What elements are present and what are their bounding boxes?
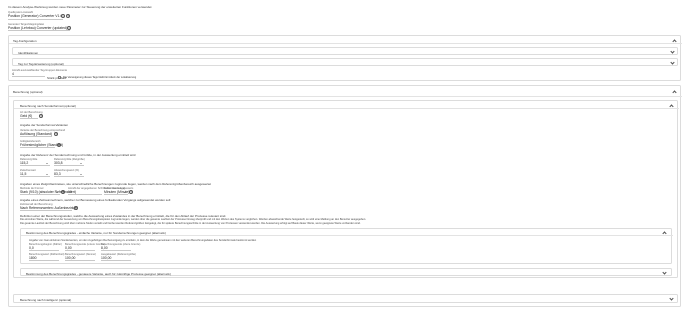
tag-count-label: Anzahl auszuwählender Tag-Gruppen Elemen…: [12, 69, 68, 72]
dropdown-arrow-icon[interactable]: [46, 163, 48, 164]
chevron-up-icon[interactable]: [672, 90, 677, 95]
tag-section-header[interactable]: Tag-Konfiguration: [9, 36, 682, 44]
tag-extension-title: Tag zur Tag-Erweiterung (optional): [18, 61, 64, 66]
info-icon[interactable]: i: [61, 14, 66, 19]
special-format-panel: Berechnung nach Sonderformat (optional) …: [13, 100, 679, 278]
identifications-title: Identifikationen: [18, 50, 39, 55]
dropdown-arrow-icon[interactable]: [46, 174, 48, 175]
simple-variant-panel: Bestimmung des Berechnungsgrades - einfa…: [20, 228, 673, 264]
help-icon[interactable]: ?: [54, 132, 59, 137]
scope-field[interactable]: Gültigkeitsbereich Frühestmöglicher (Sta…: [20, 140, 64, 148]
period-note: Angabe eines Zeitraumrechners, welcher z…: [20, 198, 171, 202]
variant-value: Auflösung (Standard): [20, 132, 53, 137]
dropdown-arrow-icon[interactable]: [124, 192, 126, 193]
intelligence-title: Berechnung nach Intelligenz (optional): [20, 298, 72, 302]
output-factor-field[interactable]: Faktor des Ausgabewerts Minuten (Minute): [104, 187, 133, 195]
info-icon[interactable]: i: [67, 26, 72, 31]
chevron-up-icon[interactable]: [662, 231, 667, 236]
method-value: Stark (9/10) (absoluter Referenzwert): [20, 190, 76, 195]
calc-type-field[interactable]: Art der Berechnung Geld (€): [20, 111, 43, 119]
intelligence-panel[interactable]: Berechnung nach Intelligenz (optional): [13, 294, 678, 303]
target-circle-note: Angaben eines Zielgrößenkreises, wie unt…: [20, 182, 211, 186]
scope-value: Frühestmöglicher (Standard): [20, 143, 64, 148]
period-field[interactable]: Zeitintervall der Berechnung Nach Refere…: [20, 203, 78, 211]
inner-field-3[interactable]: Berechnungsende (obere Grenze) 8,00: [101, 243, 140, 251]
tag-section-title: Tag-Konfiguration: [13, 38, 37, 43]
help-icon[interactable]: ?: [39, 114, 44, 119]
tag-extension-panel[interactable]: Tag zur Tag-Erweiterung (optional): [12, 58, 678, 66]
special-format-title: Berechnung nach Sonderformat (optional): [20, 103, 76, 108]
inner-field-4-value: 1800: [29, 256, 59, 261]
chevron-down-icon[interactable]: [662, 269, 667, 275]
method-field[interactable]: Methode der Formel Stark (9/10) (absolut…: [20, 187, 76, 195]
steps-value: 10: [68, 190, 102, 195]
chevron-up-icon[interactable]: [669, 103, 674, 109]
tag-refusal-label: Die Verweigerung dieses Tags bleibt Ermi…: [63, 76, 137, 79]
tag-section: Tag-Konfiguration Identifikationen Tag z…: [8, 35, 682, 81]
tag-count-value: 4: [12, 72, 45, 77]
simple-variant-title: Bestimmung des Berechnungsgrades - einfa…: [26, 231, 166, 235]
description-3: Die gesamte Laufzeit der Berechnung wird…: [20, 222, 361, 225]
deviation-field[interactable]: Abweichungswert (%) 83,3: [54, 169, 84, 177]
identifications-panel[interactable]: Identifikationen: [12, 47, 678, 55]
target-field-value: Position (Lehrbau) Converter (updated): [8, 26, 70, 31]
tag-count-field[interactable]: Anzahl auszuwählender Tag-Gruppen Elemen…: [12, 69, 68, 77]
dropdown-arrow-icon[interactable]: [56, 192, 58, 193]
simple-variant-note: Angabe von zwei einzelnen Sonderwerten, …: [29, 239, 257, 242]
inner-field-3-value: 8,00: [101, 246, 131, 251]
chevron-down-icon[interactable]: [670, 59, 675, 65]
tag-refusal-checkbox[interactable]: [58, 75, 62, 79]
chevron-down-icon[interactable]: [669, 296, 674, 301]
source-field-value: Position (Generator) Converter V1.6: [8, 14, 63, 20]
help-icon[interactable]: ?: [66, 14, 71, 19]
description-2: Die einzelnen Werte, die während der Aus…: [20, 218, 366, 221]
source-field[interactable]: Quellsystem-Auswahl Position (Generator)…: [8, 11, 63, 20]
inner-field-4[interactable]: Berechnungswert (Zähleinheit) 1800: [29, 253, 64, 261]
inner-field-2[interactable]: Berechnungsende (untere Grenze) 0,00: [65, 243, 105, 251]
detailed-variant-panel[interactable]: Bestimmung des Berechnungsgrades - genau…: [20, 268, 672, 276]
intermediate-field[interactable]: Zwischenwert 11,5: [20, 169, 50, 177]
dropdown-arrow-icon[interactable]: [80, 163, 82, 164]
detailed-variant-title: Bestimmung des Berechnungsgrades - genau…: [26, 271, 171, 276]
inner-field-6[interactable]: Ausgabewert (Referenzgröße) 100,00: [101, 253, 136, 261]
variant-field[interactable]: Variante der Berechnung entsprechend Auf…: [20, 129, 65, 137]
intro-text: Im diesem Analyse-Werkzeug wurden neue P…: [8, 5, 152, 9]
target-size-field[interactable]: Referenzgröße (Zielgröße) 303,8: [54, 158, 85, 166]
simple-variant-header[interactable]: Bestimmung des Berechnungsgrades - einfa…: [21, 229, 673, 236]
inner-field-6-value: 100,00: [101, 256, 131, 261]
special-format-header[interactable]: Berechnung nach Sonderformat (optional): [14, 101, 679, 109]
reference-note: Angabe der Referenz der Sonderrechnung u…: [20, 153, 136, 157]
dropdown-arrow-icon[interactable]: [80, 174, 82, 175]
calculation-section-title: Berechnung (optional): [13, 90, 43, 94]
help-icon[interactable]: ?: [129, 190, 134, 195]
steps-label: Anzahl der angegebenen Schritte bei Anwe…: [68, 187, 125, 190]
chevron-down-icon[interactable]: [670, 48, 675, 54]
calculation-section-header[interactable]: Berechnung (optional): [9, 86, 682, 97]
inner-field-5[interactable]: Berechnungswert (Nenner) 100,00: [65, 253, 96, 261]
calculation-section: Berechnung (optional) Berechnung nach So…: [8, 85, 682, 307]
inner-field-1-value: 0,0: [29, 246, 59, 251]
inner-field-2-value: 0,00: [65, 246, 95, 251]
steps-field[interactable]: Anzahl der angegebenen Schritte bei Anwe…: [68, 187, 125, 195]
target-field[interactable]: Generator Target-Mappingdatei Position (…: [8, 23, 70, 31]
period-value: Nach Referenzwerten: Außenbezirk(e): [20, 206, 78, 211]
variant-note: Angabe der Sonderformat-Varianten: [20, 123, 69, 127]
inner-field-5-value: 100,00: [65, 256, 95, 261]
reference-size-field[interactable]: Referenzgröße 115,2: [20, 158, 50, 166]
calc-type-value: Geld (€): [20, 114, 38, 119]
inner-field-1[interactable]: Berechnungsbeginn (Zähler) 0,0: [29, 243, 62, 251]
chevron-up-icon[interactable]: [672, 38, 677, 44]
